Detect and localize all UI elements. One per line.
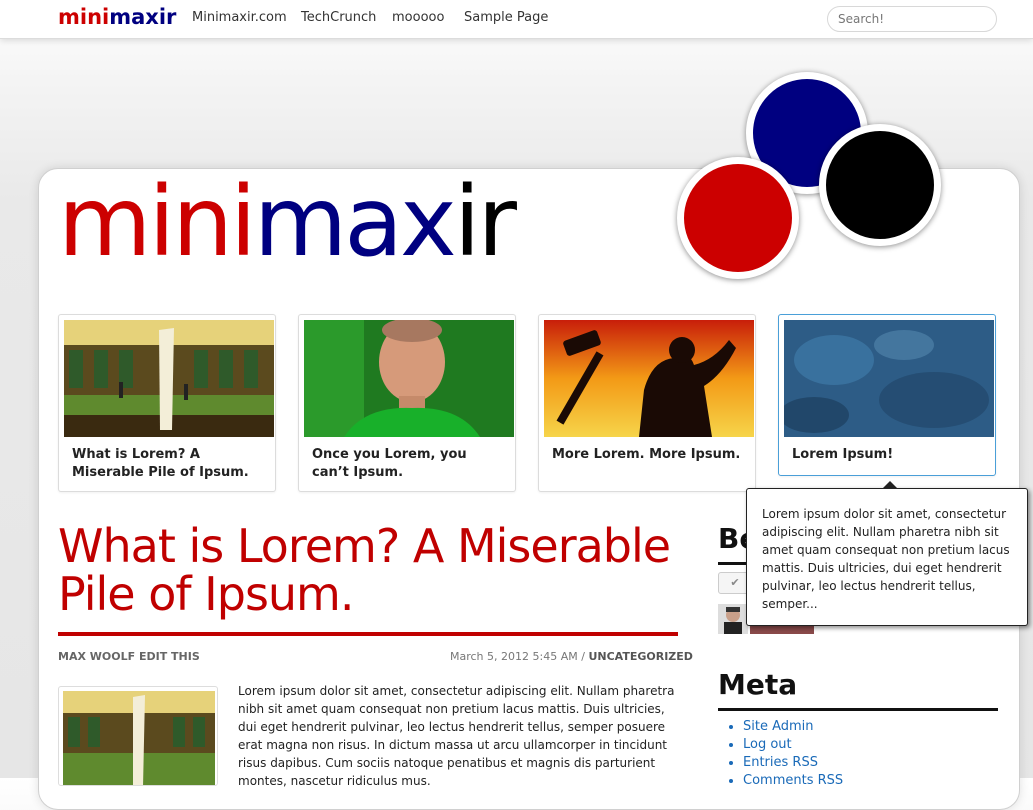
- search-input[interactable]: [827, 6, 997, 32]
- featured-card-1[interactable]: What is Lorem? A Miserable Pile of Ipsum…: [58, 314, 276, 492]
- tooltip-text: Lorem ipsum dolor sit amet, consectetur …: [762, 507, 1010, 611]
- post-title[interactable]: What is Lorem? A Miserable Pile of Ipsum…: [58, 522, 688, 618]
- post-preview-tooltip: Lorem ipsum dolor sit amet, consectetur …: [746, 488, 1028, 626]
- meta-links-list: Site Admin Log out Entries RSS Comments …: [719, 718, 843, 790]
- meta-link-site-admin[interactable]: Site Admin: [743, 718, 843, 736]
- nav-link-sample-page[interactable]: Sample Page: [464, 10, 548, 25]
- featured-card-4[interactable]: Lorem Ipsum!: [778, 314, 996, 476]
- man-green-shirt-photo: [304, 320, 514, 437]
- post-author-meta: MAX WOOLF EDIT THIS: [58, 650, 200, 663]
- meta-heading-rule: [718, 708, 998, 711]
- site-logo-large[interactable]: minimaxir: [58, 169, 517, 276]
- blue-texture-photo: [784, 320, 994, 437]
- red-circle-logo-mark: [677, 157, 799, 279]
- featured-card-title: Once you Lorem, you can’t Ipsum.: [312, 447, 467, 480]
- logo-large-maxir: maxir: [253, 166, 517, 278]
- tooltip-arrow: [883, 481, 897, 488]
- meta-link-entries-rss[interactable]: Entries RSS: [743, 754, 843, 772]
- meta-separator: /: [581, 650, 585, 663]
- meta-heading: Meta: [718, 668, 798, 701]
- nav-link-minimaxir[interactable]: Minimaxir.com: [192, 10, 287, 25]
- featured-card-title: What is Lorem? A Miserable Pile of Ipsum…: [72, 447, 249, 480]
- featured-card-title: Lorem Ipsum!: [792, 447, 894, 462]
- site-logo-small[interactable]: minimaxir: [58, 5, 176, 29]
- silhouette-hammer-photo: [544, 320, 754, 437]
- building-photo: [64, 320, 274, 437]
- post-author[interactable]: MAX WOOLF: [58, 650, 135, 663]
- featured-card-3[interactable]: More Lorem. More Ipsum.: [538, 314, 756, 492]
- top-nav-bar: minimaxir Minimaxir.com TechCrunch moooo…: [0, 0, 1033, 39]
- logo-maxir-text: maxir: [109, 5, 177, 29]
- avatar[interactable]: [718, 604, 748, 634]
- edit-post-link[interactable]: EDIT THIS: [139, 650, 200, 663]
- post-date-meta: March 5, 2012 5:45 AM / UNCATEGORIZED: [450, 650, 693, 663]
- post-category[interactable]: UNCATEGORIZED: [588, 650, 692, 663]
- featured-card-2[interactable]: Once you Lorem, you can’t Ipsum.: [298, 314, 516, 492]
- title-divider: [58, 632, 678, 636]
- featured-card-title: More Lorem. More Ipsum.: [552, 447, 741, 462]
- black-circle-logo-mark: [819, 124, 941, 246]
- post-thumbnail: [58, 686, 218, 786]
- nav-link-techcrunch[interactable]: TechCrunch: [301, 10, 376, 25]
- meta-link-log-out[interactable]: Log out: [743, 736, 843, 754]
- logo-mini-text: mini: [58, 5, 110, 29]
- logo-large-mini: mini: [58, 166, 257, 278]
- post-excerpt: Lorem ipsum dolor sit amet, consectetur …: [238, 684, 675, 788]
- post-date: March 5, 2012 5:45 AM: [450, 650, 578, 663]
- nav-link-mooooo[interactable]: mooooo: [392, 10, 444, 25]
- meta-link-comments-rss[interactable]: Comments RSS: [743, 772, 843, 790]
